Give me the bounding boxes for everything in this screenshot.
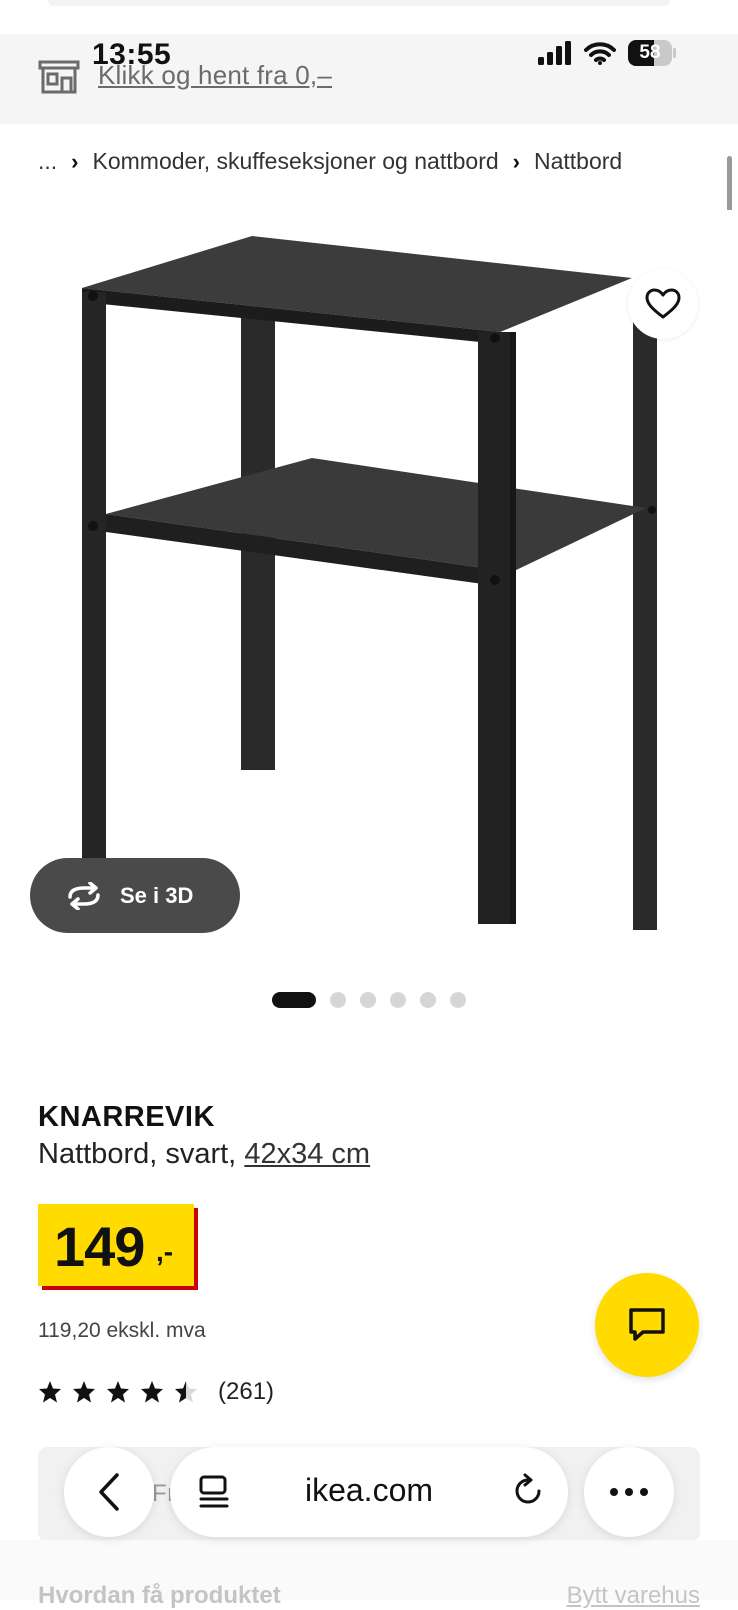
star-half-icon [175, 1381, 197, 1403]
battery-level-text: 58 [639, 42, 661, 63]
favorite-button[interactable] [628, 269, 698, 339]
breadcrumb-separator: › [512, 148, 520, 174]
product-size-link[interactable]: 42x34 cm [244, 1138, 370, 1170]
breadcrumb-item-dressers[interactable]: Kommoder, skuffeseksjoner og nattbord [93, 148, 499, 175]
price-suffix: ,- [156, 1236, 174, 1267]
breadcrumb-separator: › [71, 148, 79, 174]
view-3d-label: Se i 3D [120, 882, 194, 908]
review-count[interactable]: (261) [218, 1378, 274, 1406]
price-value: 149 [54, 1215, 145, 1278]
carousel-dot-2[interactable] [330, 992, 346, 1008]
breadcrumb-item-nightstands[interactable]: Nattbord [534, 148, 622, 175]
url-text: ikea.com [304, 1472, 434, 1508]
carousel-dot-3[interactable] [360, 992, 376, 1008]
image-carousel-dots[interactable] [272, 992, 466, 1008]
product-rating[interactable]: (261) [38, 1378, 274, 1406]
star-full-icon [107, 1381, 129, 1403]
delivery-heading-peek: Hvordan få produktet [38, 1582, 281, 1609]
price-excl-vat: 119,20 ekskl. mva [38, 1319, 206, 1342]
breadcrumb-ellipsis[interactable]: ... [38, 148, 57, 175]
product-name: KNARREVIK [38, 1101, 215, 1133]
carousel-dot-6[interactable] [450, 992, 466, 1008]
store-icon [38, 60, 80, 94]
price-tag: 149 ,- [38, 1204, 194, 1286]
product-description: Nattbord, svart, 42x34 cm [38, 1138, 370, 1171]
star-full-icon [39, 1381, 61, 1403]
status-time: 13:55 [92, 38, 172, 71]
status-icons: 58 [538, 40, 676, 66]
view-3d-button[interactable]: Se i 3D [30, 858, 240, 933]
breadcrumb: ... › Kommoder, skuffeseksjoner og nattb… [38, 148, 622, 175]
chat-button[interactable] [595, 1273, 699, 1377]
previous-sheet-edge [48, 0, 670, 6]
reload-icon[interactable] [510, 1473, 546, 1509]
chat-icon [629, 1308, 665, 1341]
browser-address-bar[interactable]: ikea.com [170, 1447, 568, 1537]
star-full-icon [141, 1381, 163, 1403]
carousel-dot-1[interactable] [272, 992, 316, 1008]
signal-icon [538, 41, 571, 65]
carousel-dot-5[interactable] [420, 992, 436, 1008]
battery-indicator: 58 [628, 40, 676, 66]
more-icon [610, 1488, 648, 1496]
status-bar-background [0, 0, 738, 34]
star-full-icon [73, 1381, 95, 1403]
heart-icon [645, 288, 681, 319]
wifi-icon [584, 42, 616, 65]
product-type-text: Nattbord, svart, [38, 1138, 245, 1170]
browser-more-button[interactable] [584, 1447, 674, 1537]
rotate-3d-icon [68, 881, 100, 910]
carousel-dot-4[interactable] [390, 992, 406, 1008]
product-image[interactable] [0, 210, 738, 970]
rating-stars [38, 1380, 198, 1404]
change-store-link-peek[interactable]: Bytt varehus [567, 1582, 700, 1610]
browser-back-button[interactable] [64, 1447, 154, 1537]
chevron-left-icon [99, 1473, 119, 1511]
